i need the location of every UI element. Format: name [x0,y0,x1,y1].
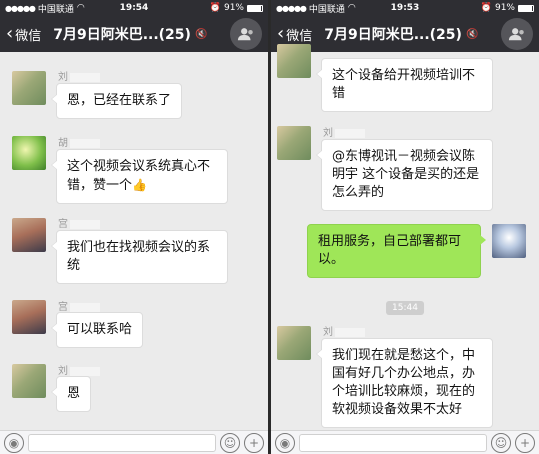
back-button[interactable]: ‹ 微信 [6,25,41,44]
status-right: ⏰ 91% [210,3,263,13]
voice-button[interactable]: ◉ [4,432,24,453]
plus-button[interactable]: + [515,432,535,453]
group-info-icon [237,28,253,41]
carrier-info: ●●●●● 中国联通 ◠ [276,2,356,15]
wifi-icon: ◠ [76,3,85,13]
message-bubble[interactable]: 恩，已经在联系了 [50,83,183,119]
message-bubble[interactable]: 这个视频会议系统真心不错，赞一个👍 [51,149,228,204]
back-label: 微信 [15,28,42,44]
message-text: 我们也在找视频会议的系统 [67,240,211,273]
thumbs-up-icon: 👍 [132,178,147,192]
mute-icon: 🔇 [194,28,208,40]
message-bubble[interactable]: @东博视讯－视频会议陈明宇 这个设备是买的还是怎么弄的 [316,139,493,211]
input-bar: ◉ ☺ + [271,430,539,454]
chat-title: 7月9日阿米巴...(25) [53,27,191,43]
group-info-button[interactable] [230,18,262,50]
message-bubble[interactable]: 可以联系哈 [50,312,144,348]
chat-navbar: ‹ 微信 7月9日阿米巴...(25) 🔇 [0,16,268,52]
wifi-icon: ◠ [347,3,356,13]
alarm-icon: ⏰ [209,3,221,13]
sender-name: 刘 [323,323,365,338]
sender-name: 刘 [58,362,100,377]
plus-icon: + [248,435,260,450]
message-bubble[interactable]: 我们现在就是愁这个，中国有好几个办公地点，办个培训比较麻烦，现在的软视频设备效果… [316,338,493,428]
sender-name: 刘 [323,124,365,139]
message-text: 这个设备给开视频培训不错 [332,68,476,101]
battery-icon [518,4,534,12]
message-input[interactable] [28,433,216,452]
signal-icon: ●●●●● [5,3,36,13]
emoji-icon: ☺ [494,435,508,450]
signal-icon: ●●●●● [276,3,307,13]
avatar[interactable] [12,71,46,105]
input-bar: ◉ ☺ + [0,430,268,454]
voice-icon: ◉ [8,435,20,450]
plus-icon: + [519,435,531,450]
message-text: @东博视讯－视频会议陈明宇 这个设备是买的还是怎么弄的 [332,149,480,200]
carrier-info: ●●●●● 中国联通 ◠ [5,2,85,15]
right-phone-screen: ●●●●● 中国联通 ◠ 19:53 ⏰ 91% ‹ 微信 7月9日阿米巴...… [271,0,539,454]
avatar[interactable] [492,224,526,258]
chevron-left-icon: ‹ [6,23,14,44]
status-bar: ●●●●● 中国联通 ◠ 19:53 ⏰ 91% [271,0,539,16]
avatar[interactable] [12,364,46,398]
chat-navbar: ‹ 微信 7月9日阿米巴...(25) 🔇 [271,16,539,52]
group-info-button[interactable] [501,18,533,50]
message-text: 我们现在就是愁这个，中国有好几个办公地点，办个培训比较麻烦，现在的软视频设备效果… [332,348,476,417]
battery-percent: 91% [223,3,244,13]
avatar[interactable] [12,136,46,170]
voice-icon: ◉ [279,435,291,450]
message-text: 恩，已经在联系了 [67,93,172,108]
message-text: 恩 [67,386,81,401]
carrier-name: 中国联通 [308,4,345,15]
message-bubble[interactable]: 租用服务，自己部署都可以。 [307,224,486,278]
emoji-icon: ☺ [223,435,237,450]
avatar[interactable] [12,218,46,252]
message-input[interactable] [299,433,487,452]
sender-name: 胡 [58,134,100,149]
message-text: 可以联系哈 [67,322,133,337]
battery-percent: 91% [494,3,515,13]
chat-title: 7月9日阿米巴...(25) [324,27,462,43]
chevron-left-icon: ‹ [277,23,285,44]
battery-icon [247,4,263,12]
status-right: ⏰ 91% [481,3,534,13]
message-bubble[interactable]: 恩 [50,376,92,412]
message-bubble[interactable]: 这个设备给开视频培训不错 [316,58,493,112]
left-phone-screen: ●●●●● 中国联通 ◠ 19:54 ⏰ 91% ‹ 微信 7月9日阿米巴...… [0,0,268,454]
alarm-icon: ⏰ [480,3,492,13]
avatar[interactable] [277,326,311,360]
group-info-icon [508,28,524,41]
mute-icon: 🔇 [465,28,479,40]
message-text: 租用服务，自己部署都可以。 [318,234,462,267]
message-bubble[interactable]: 我们也在找视频会议的系统 [51,230,228,284]
sender-name: 刘 [58,68,100,83]
sender-name: 宫 [58,215,100,230]
emoji-button[interactable]: ☺ [220,432,240,453]
back-button[interactable]: ‹ 微信 [277,25,312,44]
status-bar: ●●●●● 中国联通 ◠ 19:54 ⏰ 91% [0,0,268,16]
sender-name: 宫 [58,298,100,313]
avatar[interactable] [277,44,311,78]
avatar[interactable] [12,300,46,334]
back-label: 微信 [286,28,313,44]
carrier-name: 中国联通 [37,4,74,15]
plus-button[interactable]: + [244,432,264,453]
avatar[interactable] [277,126,311,160]
voice-button[interactable]: ◉ [275,432,295,453]
timestamp: 15:44 [386,301,424,315]
emoji-button[interactable]: ☺ [491,432,511,453]
